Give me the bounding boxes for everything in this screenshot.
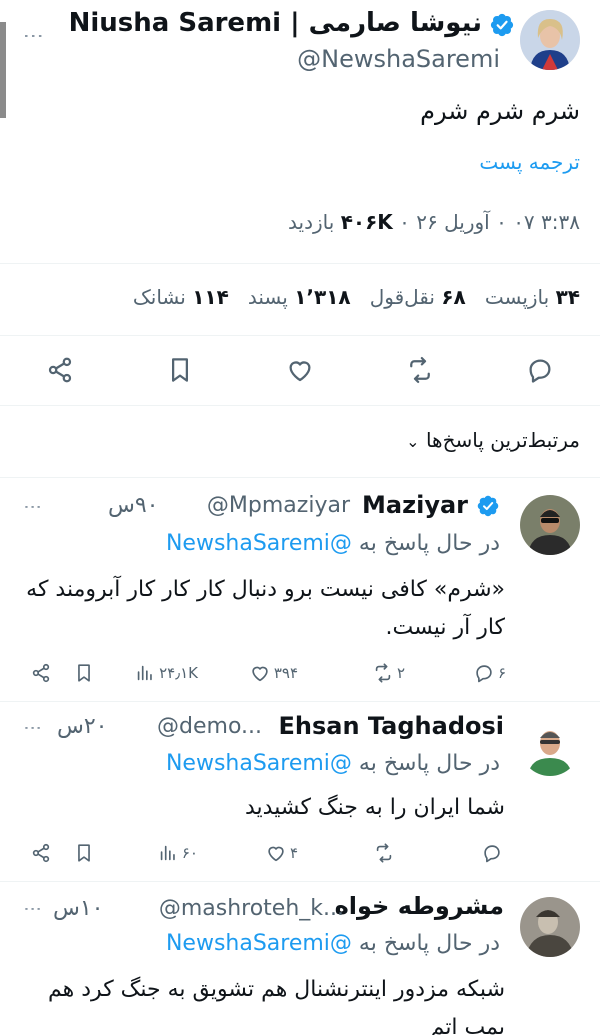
replying-to-label: در حال پاسخ به [358, 931, 500, 956]
reply-sort-dropdown[interactable]: مرتبط‌ترین پاسخ‌ها ⌄ [406, 428, 580, 452]
reply-bookmark-button[interactable] [73, 842, 95, 864]
translate-post-link[interactable]: ترجمه پست [479, 150, 580, 174]
avatar[interactable] [520, 495, 580, 555]
quotes-stat[interactable]: ۶۸ نقل‌قول [370, 285, 466, 309]
reply-author-name[interactable]: Maziyar [362, 491, 468, 519]
post-timestamp: ۳:۳۸ ۰۷ ۰ آوریل ۲۶ ۰ ۴۰۶K بازدید [288, 210, 580, 234]
views-icon [160, 845, 175, 861]
repost-button[interactable] [402, 352, 438, 388]
reply-reply-button[interactable]: ۶ [473, 662, 506, 684]
reposts-stat[interactable]: ۳۴ بازپست [485, 285, 580, 309]
replying-to: در حال پاسخ به @NewshaSaremi [166, 531, 500, 556]
profile-photo-icon [520, 716, 580, 776]
repost-icon [375, 663, 391, 683]
reply-text: شبکه مزدور اینترنشنال هم تشویق به جنگ کر… [48, 977, 505, 1035]
share-button[interactable] [42, 352, 78, 388]
replying-to-label: در حال پاسخ به [358, 531, 500, 556]
post-text: شرم شرم شرم [420, 97, 580, 125]
reply-time: ۱۰س [53, 896, 104, 921]
divider [0, 881, 600, 882]
reply-icon [529, 359, 551, 383]
more-options-icon[interactable]: ⋮ [22, 719, 43, 737]
repost-icon [376, 843, 392, 863]
views-count: ۶۰ [181, 844, 198, 862]
avatar[interactable] [520, 897, 580, 957]
more-options-icon[interactable]: ⋮ [22, 498, 43, 516]
reply-share-button[interactable] [30, 662, 52, 684]
reply-reply-button[interactable] [481, 842, 506, 864]
replying-to: در حال پاسخ به @NewshaSaremi [166, 751, 500, 776]
author-name[interactable]: Niusha Saremi | نیوشا صارمی [69, 8, 482, 38]
sort-label: مرتبط‌ترین پاسخ‌ها [425, 428, 580, 452]
like-count: ۳۹۴ [273, 664, 298, 682]
bookmark-icon [78, 844, 90, 862]
reply-like-button[interactable]: ۴ [265, 842, 298, 864]
reply-repost-button[interactable] [373, 842, 398, 864]
like-button[interactable] [282, 352, 318, 388]
author-handle[interactable]: @NewshaSaremi [297, 45, 500, 73]
reply-views-button[interactable]: ۲۴٫۱K [134, 662, 198, 684]
replying-to-label: در حال پاسخ به [358, 751, 500, 776]
views-count: ۲۴٫۱K [159, 664, 198, 682]
like-icon [268, 846, 284, 862]
post-stats: ۳۴ بازپست ۶۸ نقل‌قول ۱٬۳۱۸ پسند ۱۱۴ نشان… [133, 285, 580, 309]
replying-to: در حال پاسخ به @NewshaSaremi [166, 931, 500, 956]
reply-button[interactable] [522, 352, 558, 388]
divider [0, 335, 600, 336]
scrollbar[interactable] [0, 22, 6, 118]
likes-stat[interactable]: ۱٬۳۱۸ پسند [248, 285, 351, 309]
reply-count: ۶ [497, 664, 506, 682]
reply-handle[interactable]: @demo... [157, 714, 262, 739]
bookmark-button[interactable] [162, 352, 198, 388]
profile-photo-icon [520, 10, 580, 70]
reply-icon [476, 665, 492, 683]
replying-to-handle[interactable]: @NewshaSaremi [166, 931, 352, 956]
like-icon [289, 361, 311, 382]
avatar[interactable] [520, 716, 580, 776]
divider [0, 263, 600, 264]
views-label: بازدید [288, 210, 335, 234]
like-icon [252, 666, 268, 682]
divider [0, 701, 600, 702]
verified-badge-icon [490, 13, 514, 37]
more-options-icon[interactable]: ⋮ [22, 26, 46, 46]
reply-like-button[interactable]: ۳۹۴ [249, 662, 298, 684]
reply-text: «شرم» کافی نیست برو دنبال کار کار کار آب… [26, 577, 505, 640]
divider [0, 405, 600, 406]
post-time: ۳:۳۸ ۰۷ ۰ آوریل ۲۶ ۰ [399, 210, 580, 234]
share-icon [32, 663, 50, 683]
replying-to-handle[interactable]: @NewshaSaremi [166, 751, 352, 776]
bookmarks-stat[interactable]: ۱۱۴ نشانک [133, 285, 229, 309]
reply-bookmark-button[interactable] [73, 662, 95, 684]
views-count: ۴۰۶K [340, 210, 393, 234]
replying-to-handle[interactable]: @NewshaSaremi [166, 531, 352, 556]
reply-author-name[interactable]: مشروطه خواه [335, 892, 504, 920]
reply-views-button[interactable]: ۶۰ [157, 842, 198, 864]
more-options-icon[interactable]: ⋮ [22, 900, 43, 918]
chevron-down-icon: ⌄ [406, 432, 420, 451]
reply-time: ۹۰س [108, 493, 159, 518]
reply-time: ۲۰س [57, 714, 108, 739]
reply-repost-button[interactable]: ۲ [372, 662, 405, 684]
reply-icon [484, 845, 500, 863]
verified-badge-icon [477, 495, 499, 517]
reply-handle[interactable]: @mashroteh_k... [159, 896, 344, 921]
reply-handle[interactable]: @Mpmaziyar [207, 493, 350, 518]
profile-photo-icon [520, 897, 580, 957]
repost-icon [410, 357, 430, 383]
reply-author-name[interactable]: Ehsan Taghadosi [278, 712, 504, 740]
reply-share-button[interactable] [30, 842, 52, 864]
like-count: ۴ [289, 844, 298, 862]
avatar[interactable] [520, 10, 580, 70]
views-icon [137, 665, 152, 681]
profile-photo-icon [520, 495, 580, 555]
bookmark-icon [172, 358, 188, 382]
repost-count: ۲ [396, 664, 405, 682]
reply-text: شما ایران را به جنگ کشیدید [244, 795, 505, 820]
divider [0, 477, 600, 478]
share-icon [32, 843, 50, 863]
share-icon [48, 357, 72, 383]
bookmark-icon [78, 664, 90, 682]
